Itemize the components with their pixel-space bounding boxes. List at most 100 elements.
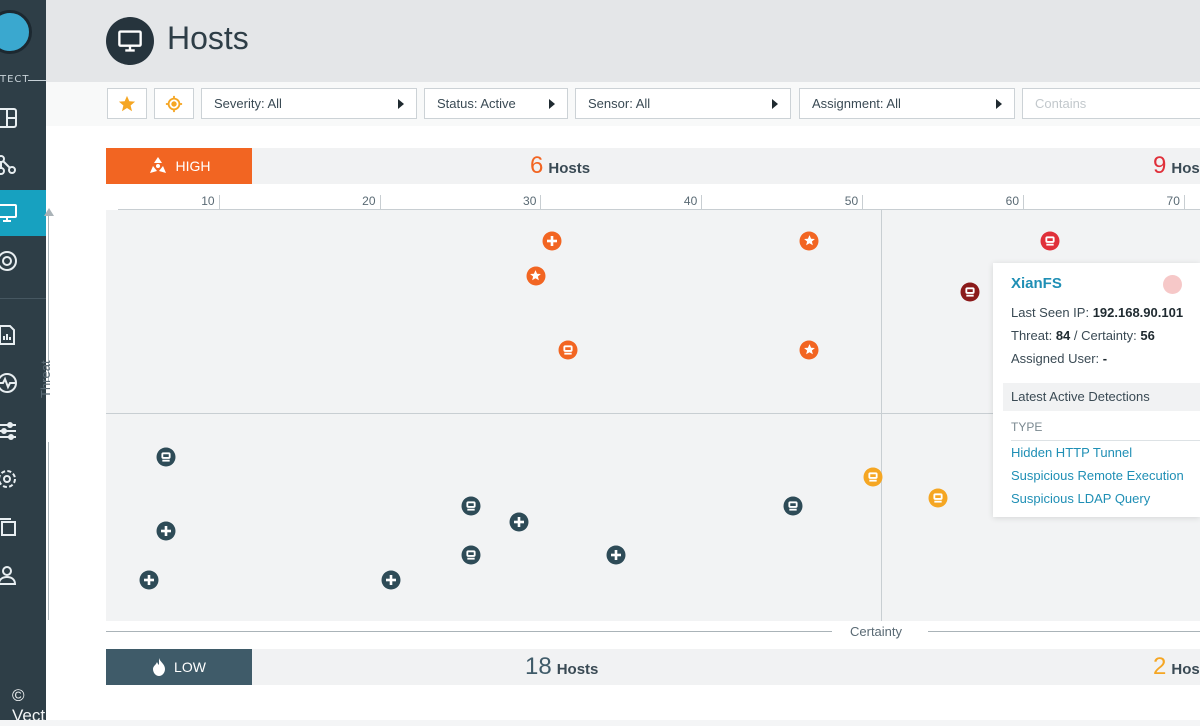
caret-right-icon xyxy=(996,99,1002,109)
host-marker[interactable] xyxy=(461,545,481,565)
popup-host-name[interactable]: XianFS xyxy=(1011,275,1062,292)
host-marker[interactable] xyxy=(928,488,948,508)
caret-right-icon xyxy=(772,99,778,109)
x-tick xyxy=(218,195,220,209)
dashboard-icon xyxy=(0,108,17,128)
y-axis-line-upper xyxy=(48,212,49,382)
page-title: Hosts xyxy=(167,20,249,56)
high-badge[interactable]: HIGH xyxy=(106,148,252,184)
detections-icon xyxy=(0,251,17,271)
popup-scores: Threat: 84 / Certainty: 56 xyxy=(1011,328,1155,343)
detection-link[interactable]: Hidden HTTP Tunnel xyxy=(1011,445,1132,460)
page-header: Hosts xyxy=(46,0,1200,82)
low-right-count-label: Hos xyxy=(1171,661,1200,678)
star-host-marker[interactable] xyxy=(526,266,546,286)
search-input[interactable] xyxy=(1022,88,1200,119)
severity-filter-label: Severity: All xyxy=(214,96,282,111)
high-badge-label: HIGH xyxy=(175,158,211,174)
detection-link[interactable]: Suspicious LDAP Query xyxy=(1011,491,1150,506)
y-axis-arrow xyxy=(44,208,54,216)
y-axis-label: Threat xyxy=(38,360,53,398)
caret-right-icon xyxy=(549,99,555,109)
filter-bar: Severity: All Status: Active Sensor: All… xyxy=(46,82,1200,126)
x-tick-label: 60 xyxy=(1005,194,1020,208)
sidebar-item-campaigns[interactable] xyxy=(0,142,46,188)
copy-icon xyxy=(0,518,16,536)
high-left-count: 6 Hosts xyxy=(530,152,590,180)
x-tick xyxy=(862,195,864,209)
sidebar-item-settings[interactable] xyxy=(0,456,46,502)
star-host-marker[interactable] xyxy=(799,231,819,251)
assigned-value: - xyxy=(1102,351,1108,366)
low-badge[interactable]: LOW xyxy=(106,649,252,685)
locate-button[interactable] xyxy=(154,88,194,119)
assignment-filter-label: Assignment: All xyxy=(812,96,901,111)
type-column-header: TYPE xyxy=(1011,420,1043,434)
crosshair-icon xyxy=(165,95,183,112)
high-right-count: 9 Hos xyxy=(1153,152,1200,180)
settings-icon xyxy=(0,470,16,488)
popup-last-seen: Last Seen IP: 192.168.90.101 xyxy=(1011,305,1183,320)
x-tick xyxy=(701,195,703,209)
x-tick xyxy=(379,195,381,209)
sensor-filter[interactable]: Sensor: All xyxy=(575,88,791,119)
flame-icon xyxy=(153,658,166,676)
severity-filter[interactable]: Severity: All xyxy=(201,88,417,119)
star-icon xyxy=(118,95,136,111)
x-tick-label: 20 xyxy=(362,194,376,208)
sidebar-item-reports[interactable] xyxy=(0,312,46,358)
plus-host-marker[interactable] xyxy=(542,231,562,251)
filters-icon xyxy=(0,422,16,440)
sidebar-item-detections[interactable] xyxy=(0,238,46,284)
user-icon xyxy=(0,566,17,585)
sensor-filter-label: Sensor: All xyxy=(588,96,651,111)
high-right-count-value: 9 xyxy=(1153,152,1167,179)
plus-host-marker[interactable] xyxy=(606,545,626,565)
brand-divider xyxy=(28,80,46,81)
threat-label: Threat: xyxy=(1011,328,1053,343)
host-marker[interactable] xyxy=(1040,231,1060,251)
plus-host-marker[interactable] xyxy=(509,512,529,532)
star-host-marker[interactable] xyxy=(799,340,819,360)
x-tick-label: 50 xyxy=(844,194,859,208)
campaigns-icon xyxy=(0,155,16,175)
reports-icon xyxy=(0,325,15,345)
low-badge-label: LOW xyxy=(174,659,206,675)
plus-host-marker[interactable] xyxy=(139,570,159,590)
low-left-count-label: Hosts xyxy=(556,661,599,678)
sidebar-item-copy[interactable] xyxy=(0,504,46,550)
health-icon xyxy=(0,373,17,393)
high-right-count-label: Hos xyxy=(1171,160,1200,177)
vectra-logo[interactable] xyxy=(0,10,32,54)
monitor-icon xyxy=(106,17,154,65)
host-marker[interactable] xyxy=(863,467,883,487)
assignment-filter[interactable]: Assignment: All xyxy=(799,88,1015,119)
x-axis-line-right xyxy=(928,631,1200,632)
low-severity-bar: LOW 18 Hosts 2 Hos xyxy=(106,649,1200,685)
status-filter[interactable]: Status: Active xyxy=(424,88,568,119)
certainty-midline xyxy=(881,210,882,621)
host-marker[interactable] xyxy=(156,447,176,467)
low-right-count-value: 2 xyxy=(1153,653,1167,680)
sidebar-item-filters[interactable] xyxy=(0,408,46,454)
assigned-label: Assigned User: xyxy=(1011,351,1100,366)
host-marker[interactable] xyxy=(783,496,803,516)
plus-host-marker[interactable] xyxy=(381,570,401,590)
host-marker[interactable] xyxy=(558,340,578,360)
plus-host-marker[interactable] xyxy=(156,521,176,541)
certainty-value: 56 xyxy=(1140,328,1155,343)
host-marker[interactable] xyxy=(960,282,980,302)
sidebar-separator xyxy=(0,298,46,299)
sidebar-item-hosts[interactable] xyxy=(0,190,46,236)
x-axis-label: Certainty xyxy=(850,624,903,639)
sidebar-item-user[interactable] xyxy=(0,552,46,598)
x-axis xyxy=(118,209,1200,210)
x-tick xyxy=(540,195,542,209)
detection-link[interactable]: Suspicious Remote Execution xyxy=(1011,468,1184,483)
type-divider xyxy=(1011,440,1200,441)
host-marker[interactable] xyxy=(461,496,481,516)
favorites-button[interactable] xyxy=(107,88,147,119)
caret-right-icon xyxy=(398,99,404,109)
sidebar-item-dashboard[interactable] xyxy=(0,95,46,141)
x-tick-label: 70 xyxy=(1166,194,1180,208)
